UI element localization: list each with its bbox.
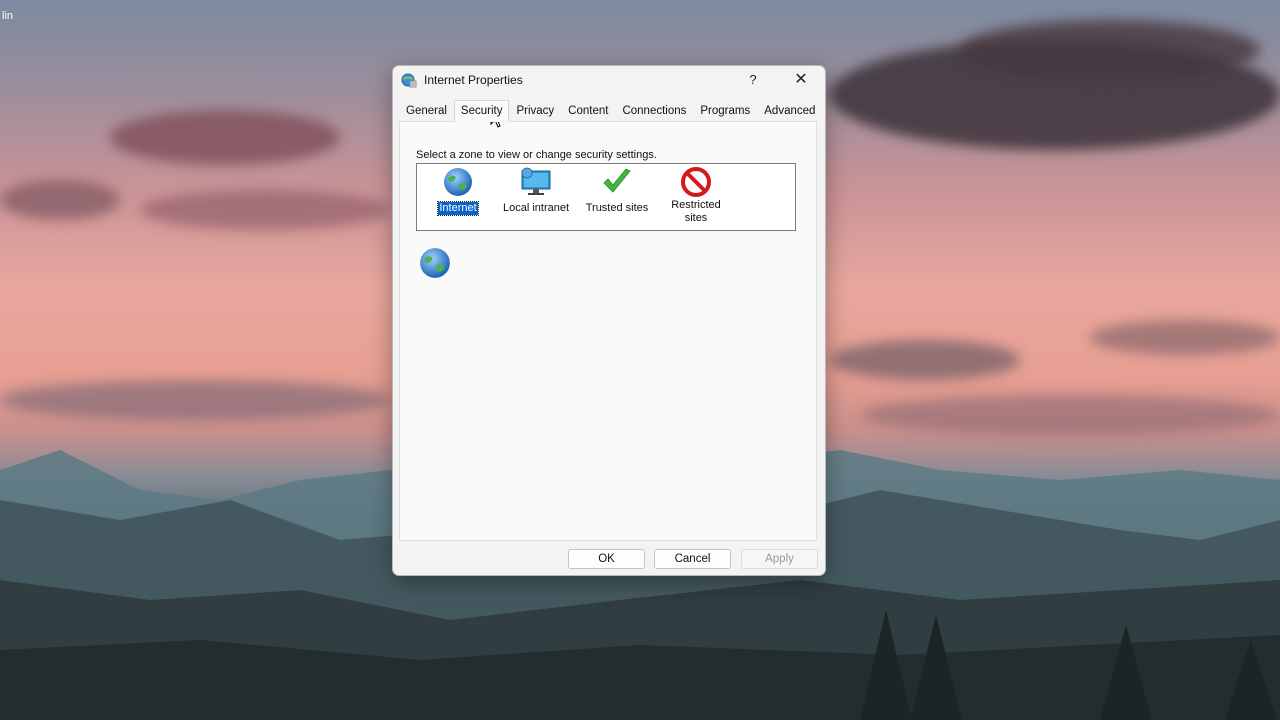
tab-strip: General Security Privacy Content Connect… — [399, 100, 822, 122]
tab-general[interactable]: General — [399, 100, 454, 122]
checkmark-icon — [603, 168, 631, 193]
wallpaper-cloud — [860, 395, 1280, 435]
restricted-icon — [681, 167, 711, 197]
intranet-icon — [521, 167, 551, 195]
tab-advanced[interactable]: Advanced — [757, 100, 822, 122]
wallpaper-tree — [910, 615, 962, 720]
wallpaper-cloud — [960, 20, 1260, 80]
tab-privacy[interactable]: Privacy — [509, 100, 561, 122]
apply-button[interactable]: Apply — [741, 549, 818, 569]
zone-label-restricted-sites: Restricted sites — [671, 199, 721, 224]
security-tab-panel: Select a zone to view or change security… — [399, 121, 817, 541]
wallpaper-cloud — [830, 340, 1020, 380]
zone-label-local-intranet: Local intranet — [502, 202, 570, 214]
desktop-corner-label: lin — [2, 10, 14, 22]
wallpaper-cloud — [0, 180, 120, 220]
zone-internet[interactable]: Internet — [417, 166, 499, 216]
tab-security[interactable]: Security — [453, 100, 510, 122]
dialog-title: Internet Properties — [424, 73, 523, 87]
zone-list: Internet Local intranet Trusted sites Re… — [416, 163, 796, 231]
wallpaper-tree — [1225, 640, 1277, 720]
title-bar[interactable]: Internet Properties ? ✕ — [393, 66, 825, 94]
tab-programs[interactable]: Programs — [693, 100, 757, 122]
tab-content[interactable]: Content — [561, 100, 615, 122]
globe-icon — [444, 168, 472, 196]
wallpaper-tree — [1100, 625, 1152, 720]
zone-label-internet: Internet — [437, 201, 479, 216]
zone-local-intranet[interactable]: Local intranet — [495, 166, 577, 216]
wallpaper-cloud — [110, 110, 340, 165]
wallpaper-cloud — [1090, 320, 1280, 355]
tab-connections[interactable]: Connections — [615, 100, 693, 122]
help-button[interactable]: ? — [743, 70, 763, 90]
wallpaper-cloud — [0, 380, 390, 420]
zone-instruction: Select a zone to view or change security… — [416, 149, 657, 161]
zone-restricted-sites[interactable]: Restricted sites — [655, 166, 737, 226]
ok-button[interactable]: OK — [568, 549, 645, 569]
internet-properties-dialog: Internet Properties ? ✕ General Security… — [392, 65, 826, 576]
wallpaper-tree — [860, 610, 912, 720]
cancel-button[interactable]: Cancel — [654, 549, 731, 569]
zone-trusted-sites[interactable]: Trusted sites — [576, 166, 658, 216]
close-button[interactable]: ✕ — [791, 70, 811, 90]
wallpaper-cloud — [140, 190, 390, 230]
zone-label-trusted-sites: Trusted sites — [585, 202, 649, 214]
internet-options-icon — [401, 73, 417, 88]
globe-icon — [420, 248, 450, 278]
